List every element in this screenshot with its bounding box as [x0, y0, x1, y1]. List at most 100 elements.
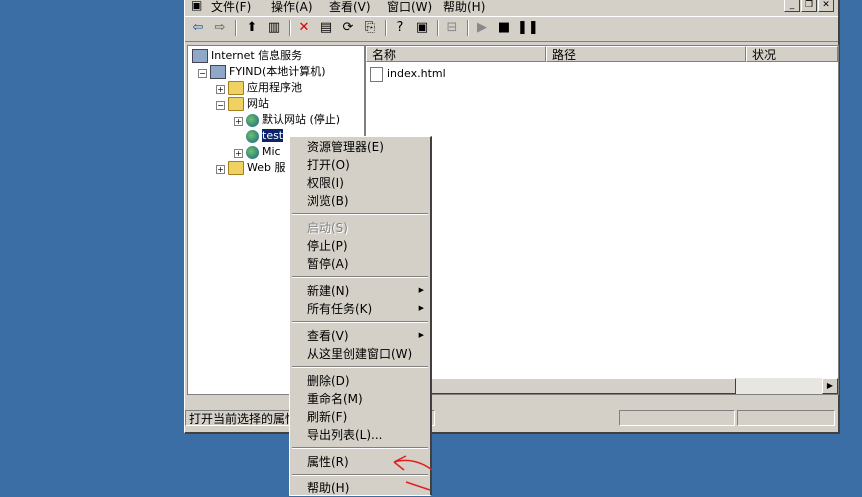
tree-node-test-site-label: test: [262, 129, 284, 142]
iis-icon: [192, 49, 208, 63]
expand-icon[interactable]: +: [216, 165, 225, 174]
tree-node-test-site[interactable]: test: [246, 128, 284, 144]
console-icon[interactable]: ▣: [413, 20, 431, 36]
menu-item-new-window[interactable]: 从这里创建窗口(W): [307, 345, 412, 363]
tree-node-web-ext-label: Web 服: [247, 161, 286, 174]
menu-help[interactable]: 帮助(H): [443, 0, 485, 15]
minimize-button[interactable]: _: [784, 0, 800, 12]
menu-file[interactable]: 文件(F): [211, 0, 251, 15]
menu-separator: [292, 213, 428, 215]
menu-item-refresh[interactable]: 刷新(F): [307, 408, 347, 426]
column-header-path[interactable]: 路径: [546, 46, 746, 62]
export-icon[interactable]: ⎘: [361, 20, 379, 36]
close-button[interactable]: ✕: [818, 0, 834, 12]
file-menu-icon[interactable]: ▣: [191, 0, 202, 12]
menu-bar: ▣ 文件(F) 操作(A) 查看(V) 窗口(W) 帮助(H) _ ❐ ✕: [185, 0, 838, 14]
tree-node-websites-label: 网站: [247, 97, 269, 110]
column-header-name[interactable]: 名称: [366, 46, 546, 62]
menu-separator: [292, 366, 428, 368]
tree-node-ms-site-label: Mic: [262, 145, 281, 158]
column-header-status[interactable]: 状况: [746, 46, 838, 62]
tree-node-websites[interactable]: 网站: [228, 96, 269, 112]
file-icon: [370, 66, 383, 82]
start-icon[interactable]: ▶: [473, 20, 491, 36]
list-item-name: index.html: [387, 67, 446, 80]
red-arrow-annotation: [393, 455, 433, 491]
website-icon: [246, 145, 259, 159]
menu-item-all-tasks[interactable]: 所有任务(K): [307, 300, 372, 318]
context-menu: 资源管理器(E) 打开(O) 权限(I) 浏览(B) 启动(S) 停止(P) 暂…: [289, 136, 432, 496]
show-tree-icon[interactable]: ▥: [265, 20, 283, 36]
submenu-arrow-icon: ▶: [418, 331, 424, 339]
scroll-right-icon[interactable]: ▶: [822, 378, 838, 394]
forward-icon[interactable]: ⇨: [211, 20, 229, 36]
list-pane: 名称 路径 状况 index.html ◀ ▶: [365, 45, 839, 395]
refresh-icon[interactable]: ⟳: [339, 20, 357, 36]
menu-item-open[interactable]: 打开(O): [307, 156, 350, 174]
menu-view[interactable]: 查看(V): [329, 0, 371, 15]
list-item[interactable]: index.html: [370, 66, 446, 82]
website-icon: [246, 113, 259, 127]
toolbar-separator: [289, 20, 291, 36]
expand-icon[interactable]: +: [234, 117, 243, 126]
menu-item-stop[interactable]: 停止(P): [307, 237, 348, 255]
tree-node-app-pools[interactable]: 应用程序池: [228, 80, 302, 96]
stop-icon[interactable]: ■: [495, 20, 513, 36]
collapse-icon[interactable]: −: [216, 101, 225, 110]
menu-item-pause[interactable]: 暂停(A): [307, 255, 349, 273]
up-folder-icon[interactable]: ⬆: [243, 20, 261, 36]
back-icon[interactable]: ⇦: [189, 20, 207, 36]
menu-item-new[interactable]: 新建(N): [307, 282, 349, 300]
tree-node-root[interactable]: Internet 信息服务: [192, 48, 302, 64]
menu-window[interactable]: 窗口(W): [387, 0, 432, 15]
tree-node-ms-site[interactable]: Mic: [246, 144, 281, 160]
tree-node-computer[interactable]: FYIND(本地计算机): [210, 64, 326, 80]
tree-node-app-pools-label: 应用程序池: [247, 81, 302, 94]
menu-item-rename[interactable]: 重命名(M): [307, 390, 363, 408]
menu-action[interactable]: 操作(A): [271, 0, 313, 15]
toolbar: ⇦ ⇨ ⬆ ▥ ✕ ▤ ⟳ ⎘ ? ▣ ⊟ ▶ ■ ❚❚: [185, 16, 838, 42]
restore-button[interactable]: ❐: [801, 0, 817, 12]
tree-node-default-site-label: 默认网站 (停止): [262, 113, 341, 126]
submenu-arrow-icon: ▶: [418, 304, 424, 312]
website-icon: [246, 129, 259, 143]
scroll-thumb[interactable]: [382, 378, 736, 394]
folder-icon: [228, 161, 244, 175]
expand-icon[interactable]: +: [234, 149, 243, 158]
toolbar-separator: [235, 20, 237, 36]
folder-icon: [228, 97, 244, 111]
menu-separator: [292, 276, 428, 278]
window-controls: _ ❐ ✕: [783, 0, 834, 12]
horizontal-scrollbar[interactable]: ◀ ▶: [366, 378, 838, 394]
status-bar: 打开当前选择的属性: [185, 408, 838, 428]
menu-item-export[interactable]: 导出列表(L)...: [307, 426, 383, 444]
submenu-arrow-icon: ▶: [418, 286, 424, 294]
menu-item-properties[interactable]: 属性(R): [307, 453, 349, 471]
toolbar-separator: [467, 20, 469, 36]
delete-icon[interactable]: ✕: [295, 20, 313, 36]
folder-icon: [228, 81, 244, 95]
tree-node-web-ext[interactable]: Web 服: [228, 160, 285, 176]
expand-icon[interactable]: +: [216, 85, 225, 94]
menu-item-start: 启动(S): [307, 221, 348, 235]
menu-item-delete[interactable]: 删除(D): [307, 372, 350, 390]
computer-icon[interactable]: ⊟: [443, 20, 461, 36]
tree-node-computer-label: FYIND(本地计算机): [229, 65, 326, 78]
computer-icon: [210, 65, 226, 79]
pause-icon[interactable]: ❚❚: [517, 20, 539, 36]
toolbar-separator: [385, 20, 387, 36]
properties-icon[interactable]: ▤: [317, 20, 335, 36]
status-pane: [737, 410, 835, 426]
menu-item-explorer[interactable]: 资源管理器(E): [307, 138, 384, 156]
menu-item-help[interactable]: 帮助(H): [307, 479, 349, 497]
menu-separator: [292, 321, 428, 323]
tree-node-root-label: Internet 信息服务: [211, 49, 303, 62]
menu-item-permissions[interactable]: 权限(I): [307, 174, 344, 192]
toolbar-separator: [437, 20, 439, 36]
tree-node-default-site[interactable]: 默认网站 (停止): [246, 112, 340, 128]
collapse-icon[interactable]: −: [198, 69, 207, 78]
iis-manager-window: ▣ 文件(F) 操作(A) 查看(V) 窗口(W) 帮助(H) _ ❐ ✕ ⇦ ⇨ …: [184, 0, 840, 434]
menu-item-browse[interactable]: 浏览(B): [307, 192, 349, 210]
menu-item-view[interactable]: 查看(V): [307, 327, 349, 345]
help-icon[interactable]: ?: [391, 20, 409, 36]
